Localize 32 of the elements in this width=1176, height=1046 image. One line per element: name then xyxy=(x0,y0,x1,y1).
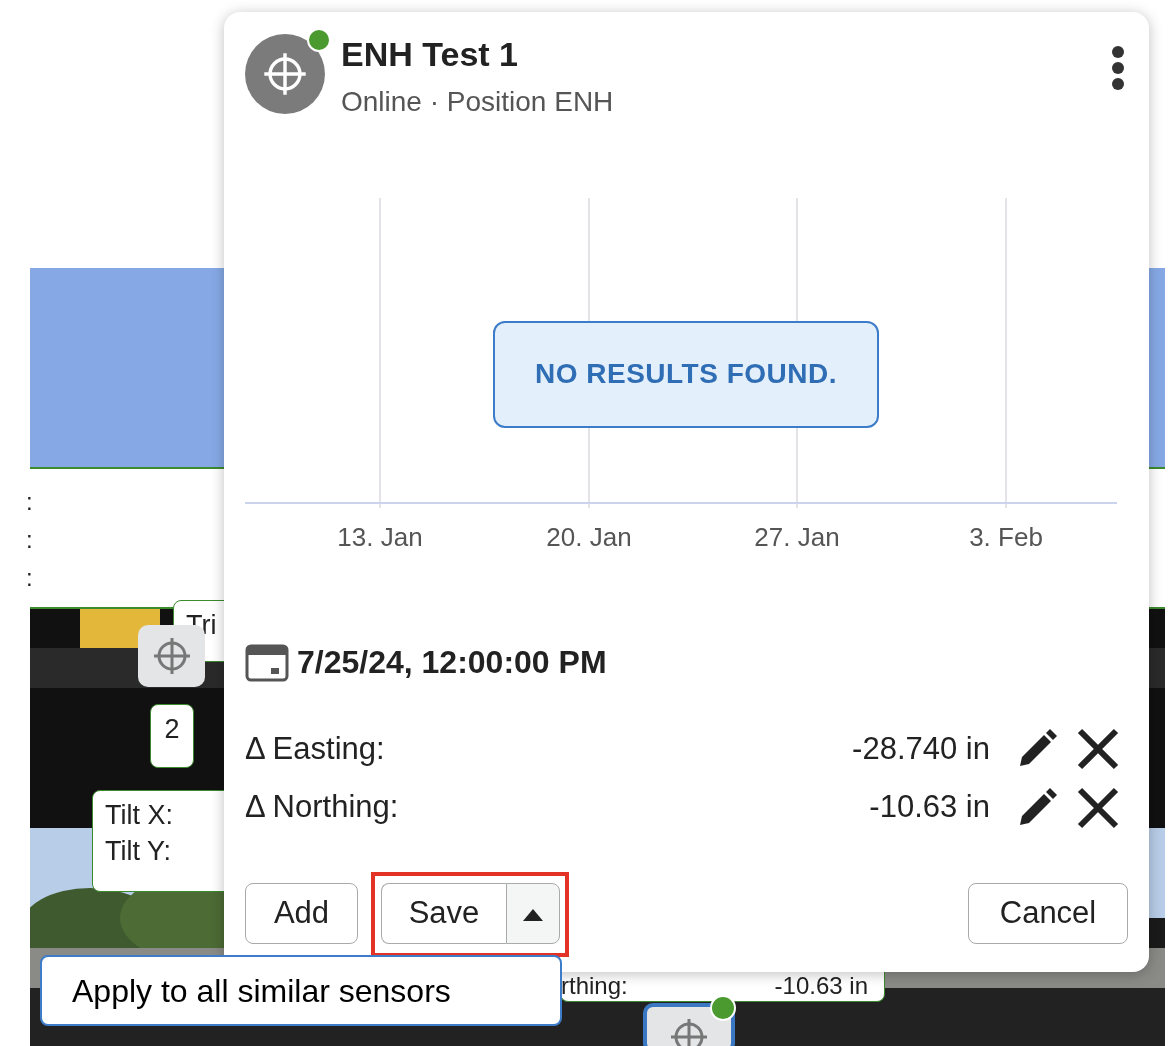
crosshair-icon xyxy=(669,1017,709,1046)
axis-label: 27. Jan xyxy=(754,520,840,554)
label-text: -10.63 in xyxy=(774,972,868,1001)
axis-label: 13. Jan xyxy=(337,520,423,554)
dropdown-toggle-button[interactable] xyxy=(506,882,560,944)
sensor-title: ENH Test 1 xyxy=(341,34,519,75)
cancel-button[interactable]: Cancel xyxy=(968,882,1128,944)
axis-label: 20. Jan xyxy=(546,520,632,554)
colon-text: : xyxy=(26,528,33,552)
field-label: Δ Easting: xyxy=(245,729,386,768)
close-icon[interactable] xyxy=(1076,785,1120,830)
field-value: -10.63 in xyxy=(869,788,990,827)
field-label: Δ Northing: xyxy=(245,788,400,827)
save-button[interactable]: Save xyxy=(381,882,506,944)
crosshair-icon xyxy=(262,51,308,97)
colon-text: : xyxy=(26,566,33,590)
no-results-message: NO RESULTS FOUND. xyxy=(493,320,879,428)
label-text: rthing: xyxy=(561,972,628,1001)
label-text: Tilt Y: xyxy=(105,835,173,869)
close-icon[interactable] xyxy=(1076,727,1120,772)
sensor-marker[interactable] xyxy=(643,1003,735,1046)
colon-text: : xyxy=(26,490,33,514)
add-button[interactable]: Add xyxy=(245,882,358,944)
menu-item[interactable]: Apply to all similar sensors xyxy=(40,955,562,1026)
timestamp-text: 7/25/24, 12:00:00 PM xyxy=(297,642,607,682)
label-text: 2 xyxy=(163,713,181,746)
sensor-subtitle: Online · Position ENH xyxy=(341,84,615,119)
caret-icon xyxy=(523,908,543,921)
label-text: Tilt X: xyxy=(105,799,174,832)
crosshair-icon xyxy=(151,636,192,676)
field-value: -28.740 in xyxy=(852,729,990,768)
axis-label: 3. Feb xyxy=(969,520,1043,554)
